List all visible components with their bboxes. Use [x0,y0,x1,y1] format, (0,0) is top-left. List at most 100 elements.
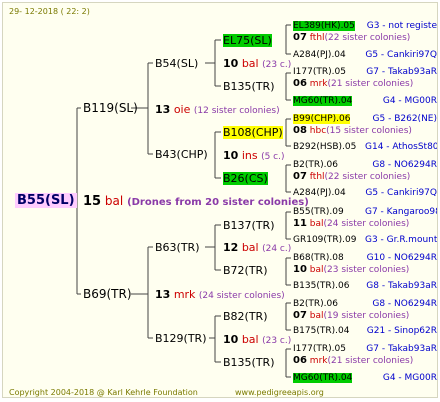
g1-top[interactable]: B119(SL) [83,102,138,114]
leaf-queen-id[interactable]: B68(TR).08 [293,253,344,263]
g3-node-5[interactable]: B137(TR) [223,220,275,232]
leaf-row[interactable]: B55(TR).09 G7 - Kangaroo98R [293,206,437,218]
leaf-queen-id[interactable]: B55(TR).09 [293,207,344,217]
leaf-lineage: G7 - Kangaroo98R [365,207,437,217]
website-link[interactable]: www.pedigreeapis.org [235,387,324,397]
leaf-sister-note: (23 sister colonies) [323,265,410,275]
leaf-queen-id[interactable]: GR109(TR).09 [293,235,357,245]
g3-node-4[interactable]: B26(CS) [223,172,268,185]
leaf-queen-id[interactable]: B2(TR).06 [293,160,338,170]
root-offspring-note: 15 bal (Drones from 20 sister colonies) [83,195,309,209]
leaf-lineage: G3 - Gr.R.mounta [365,235,438,245]
leaf-row[interactable]: B292(HSB).05 G14 - AthosSt80R [293,141,437,153]
leaf-race: fthl [309,172,325,182]
leaf-lineage: G7 - Takab93aR [366,67,437,77]
leaf-sister-note: (21 sister colonies) [327,79,414,89]
g2-note-1: 13 oie (12 sister colonies) [155,103,280,117]
leaf-queen-id[interactable]: B99(CHP).06 [293,114,351,124]
leaf-lineage: G5 - Cankiri97Q [365,188,437,198]
leaf-row: 08 hbc(15 sister colonies) [293,125,412,137]
leaf-row[interactable]: A284(PJ).04 G5 - Cankiri97Q [293,187,437,199]
leaf-count: 07 [293,171,307,182]
leaf-count: 10 [293,264,307,275]
leaf-row[interactable]: B2(TR).06 G8 - NO6294R [293,298,437,310]
leaf-lineage: G10 - NO6294R [366,253,437,263]
leaf-row[interactable]: B135(TR).06 G8 - Takab93aR [293,280,437,292]
leaf-row: 07 fthl(22 sister colonies) [293,171,410,183]
leaf-row[interactable]: A284(PJ).04 G5 - Cankiri97Q [293,49,437,61]
leaf-queen-id[interactable]: I177(TR).05 [293,67,346,77]
leaf-race: hbc [309,126,327,136]
g2-node-2[interactable]: B43(CHP) [155,149,208,161]
leaf-row[interactable]: GR109(TR).09 G3 - Gr.R.mounta [293,234,437,246]
leaf-row: 06 mrk(21 sister colonies) [293,355,413,367]
leaf-row[interactable]: MG60(TR).04 G4 - MG00R [293,372,437,384]
leaf-row[interactable]: MG60(TR).04 G4 - MG00R [293,95,437,107]
leaf-count: 07 [293,32,307,43]
leaf-row: 07 bal(19 sister colonies) [293,310,409,322]
leaf-row: 11 bal(24 sister colonies) [293,218,409,230]
leaf-race: bal [309,265,324,275]
leaf-row[interactable]: I177(TR).05 G7 - Takab93aR [293,343,437,355]
leaf-race: bal [309,311,324,321]
leaf-sister-note: (19 sister colonies) [323,311,410,321]
leaf-lineage: G5 - B262(NE) [372,114,437,124]
leaf-lineage: G7 - Takab93aR [366,344,437,354]
leaf-row[interactable]: B99(CHP).06 G5 - B262(NE) [293,113,437,125]
leaf-queen-id[interactable]: A284(PJ).04 [293,188,346,198]
leaf-race: mrk [309,356,328,366]
leaf-count: 06 [293,355,307,366]
leaf-sister-note: (22 sister colonies) [324,172,411,182]
leaf-queen-id[interactable]: B292(HSB).05 [293,142,356,152]
leaf-lineage: G5 - Cankiri97Q [365,50,437,60]
leaf-lineage: G8 - Takab93aR [366,281,437,291]
leaf-row[interactable]: B175(TR).04 G21 - Sinop62R [293,325,437,337]
leaf-queen-id[interactable]: MG60(TR).04 [293,373,353,383]
leaf-row[interactable]: B2(TR).06 G8 - NO6294R [293,159,437,171]
g2-node-4[interactable]: B129(TR) [155,333,207,345]
g2-note-2: 13 mrk (24 sister colonies) [155,288,285,302]
leaf-queen-id[interactable]: A284(PJ).04 [293,50,346,60]
leaf-row[interactable]: I177(TR).05 G7 - Takab93aR [293,66,437,78]
g3-note-1: 10 bal (23 c.) [223,57,292,71]
leaf-race: mrk [309,79,328,89]
root-queen[interactable]: B55(SL) [15,193,77,208]
leaf-row[interactable]: EL389(HK).05 G3 - not registe [293,20,437,32]
leaf-queen-id[interactable]: B2(TR).06 [293,299,338,309]
leaf-race: bal [309,219,324,229]
leaf-lineage: G8 - NO6294R [372,299,437,309]
leaf-count: 11 [293,218,307,229]
leaf-queen-id[interactable]: B135(TR).06 [293,281,349,291]
leaf-sister-note: (21 sister colonies) [327,356,414,366]
g3-note-4: 10 bal (23 c.) [223,333,292,347]
g2-node-1[interactable]: B54(SL) [155,58,198,70]
root-race: bal [104,194,124,208]
copyright-footer: Copyright 2004-2018 @ Karl Kehrle Founda… [9,388,198,397]
g3-node-3[interactable]: B108(CHP) [223,126,283,139]
root-offspring-count: 15 [83,194,102,209]
g3-node-1[interactable]: EL75(SL) [223,34,272,47]
leaf-lineage: G4 - MG00R [382,96,437,106]
leaf-row: 07 fthl(22 sister colonies) [293,32,410,44]
leaf-row: 10 bal(23 sister colonies) [293,264,409,276]
leaf-lineage: G4 - MG00R [382,373,437,383]
leaf-lineage: G8 - NO6294R [372,160,437,170]
leaf-lineage: G3 - not registe [366,21,437,31]
g2-node-3[interactable]: B63(TR) [155,242,200,254]
g3-node-8[interactable]: B135(TR) [223,357,275,369]
g1-bottom[interactable]: B69(TR) [83,288,132,300]
leaf-sister-note: (22 sister colonies) [324,33,411,43]
g3-node-7[interactable]: B82(TR) [223,311,268,323]
leaf-queen-id[interactable]: I177(TR).05 [293,344,346,354]
leaf-queen-id[interactable]: MG60(TR).04 [293,96,353,106]
g3-node-6[interactable]: B72(TR) [223,265,268,277]
leaf-race: fthl [309,33,325,43]
leaf-count: 07 [293,310,307,321]
leaf-queen-id[interactable]: EL389(HK).05 [293,21,355,31]
leaf-lineage: G21 - Sinop62R [366,326,437,336]
leaf-queen-id[interactable]: B175(TR).04 [293,326,349,336]
g3-note-3: 12 bal (24 c.) [223,241,292,255]
pedigree-frame: 29- 12-2018 ( 22: 2) B55(SL) 15 bal (Dro… [2,2,438,398]
leaf-row[interactable]: B68(TR).08 G10 - NO6294R [293,252,437,264]
g3-node-2[interactable]: B135(TR) [223,81,275,93]
